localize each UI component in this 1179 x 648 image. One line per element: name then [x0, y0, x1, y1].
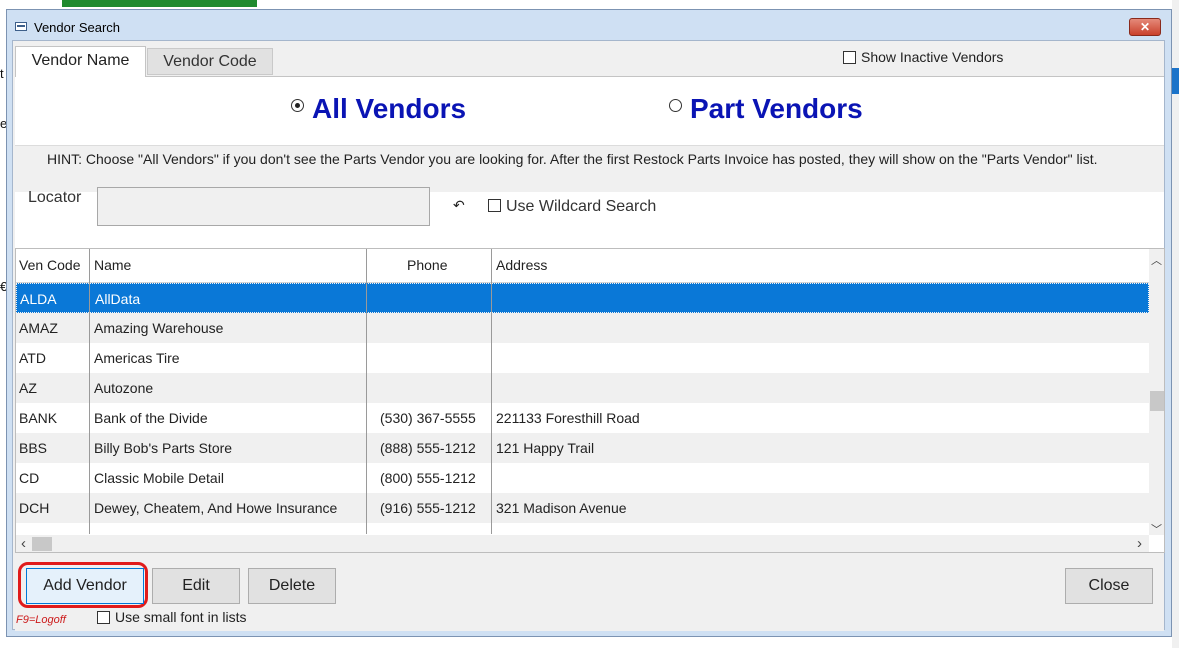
- cell-address: 221133 Foresthill Road: [496, 410, 640, 426]
- wildcard-label: Use Wildcard Search: [506, 198, 657, 215]
- background-app-bar: [62, 0, 257, 7]
- cell-name: Americas Tire: [94, 350, 180, 366]
- scroll-right-icon[interactable]: ›: [1132, 535, 1147, 552]
- cell-address: 321 Madison Avenue: [496, 500, 627, 516]
- button-bar: Add Vendor Edit Delete Close F9=Logoff U…: [15, 553, 1164, 631]
- dialog-body: Vendor Name Vendor Code Show Inactive Ve…: [12, 40, 1165, 631]
- background-app-accent: [1172, 68, 1179, 94]
- cell-code: ALDA: [20, 291, 57, 307]
- radio-part-vendors-label: Part Vendors: [690, 93, 863, 124]
- small-font-checkbox[interactable]: Use small font in lists: [97, 609, 246, 625]
- column-divider: [491, 249, 492, 534]
- tab-vendor-name[interactable]: Vendor Name: [15, 46, 146, 77]
- table-row[interactable]: ALDA AllData: [16, 283, 1149, 313]
- radio-all-vendors[interactable]: All Vendors: [291, 93, 466, 125]
- small-font-label: Use small font in lists: [115, 609, 247, 625]
- table-row[interactable]: BANK Bank of the Divide (530) 367-5555 2211…: [16, 403, 1149, 433]
- radio-all-vendors-label: All Vendors: [312, 93, 467, 124]
- hint-text: HINT: Choose "All Vendors" if you don't …: [47, 151, 1098, 167]
- radio-selected-icon[interactable]: [291, 99, 304, 112]
- scroll-up-icon[interactable]: ︿: [1149, 252, 1164, 268]
- cell-name: Dewey, Cheatem, And Howe Insurance: [94, 500, 338, 516]
- vertical-scrollbar[interactable]: ︿ ﹀: [1149, 249, 1164, 537]
- cell-code: BBS: [19, 440, 48, 456]
- cell-code: CD: [19, 470, 40, 486]
- add-vendor-button[interactable]: Add Vendor: [26, 568, 144, 604]
- vendor-search-window: Vendor Search ✕ Vendor Name Vendor Code …: [6, 9, 1172, 637]
- column-header-name[interactable]: Name: [94, 257, 131, 273]
- window-close-button[interactable]: ✕: [1129, 18, 1161, 36]
- checkbox-box[interactable]: [488, 199, 501, 213]
- horizontal-scrollbar[interactable]: ‹ ›: [16, 535, 1149, 552]
- title-bar[interactable]: Vendor Search ✕: [7, 10, 1171, 40]
- cell-name: Bank of the Divide: [94, 410, 208, 426]
- cell-name: AllData: [95, 291, 141, 307]
- grid-header: Ven Code Name Phone Address: [16, 249, 1149, 283]
- close-button[interactable]: Close: [1065, 568, 1153, 604]
- cell-name: Billy Bob's Parts Store: [94, 440, 233, 456]
- cell-phone: (888) 555-1212: [380, 440, 476, 456]
- cell-phone: (530) 367-5555: [380, 410, 476, 426]
- table-row[interactable]: BBS Billy Bob's Parts Store (888) 555-1212…: [16, 433, 1149, 463]
- locator-input[interactable]: [97, 187, 430, 226]
- background-text-fragment: t: [0, 66, 4, 81]
- table-row[interactable]: ATD Americas Tire: [16, 343, 1149, 373]
- column-header-ven-code[interactable]: Ven Code: [19, 257, 81, 273]
- window-title: Vendor Search: [34, 20, 121, 35]
- delete-button[interactable]: Delete: [248, 568, 336, 604]
- column-divider: [89, 249, 90, 534]
- undo-icon[interactable]: ↶: [453, 197, 465, 214]
- checkbox-box[interactable]: [843, 50, 856, 64]
- tab-vendor-code[interactable]: Vendor Code: [147, 48, 273, 75]
- cell-name: Amazing Warehouse: [94, 320, 224, 336]
- scroll-down-icon[interactable]: ﹀: [1149, 521, 1164, 537]
- radio-part-vendors[interactable]: Part Vendors: [669, 93, 863, 125]
- cell-address: 121 Happy Trail: [496, 440, 595, 456]
- table-row[interactable]: CD Classic Mobile Detail (800) 555-1212: [16, 463, 1149, 493]
- vertical-scroll-thumb[interactable]: [1150, 391, 1164, 411]
- show-inactive-label: Show Inactive Vendors: [861, 49, 1004, 65]
- background-app-edge: [1172, 0, 1179, 648]
- horizontal-scroll-thumb[interactable]: [32, 537, 52, 551]
- checkbox-box[interactable]: [97, 610, 110, 624]
- cell-name: Classic Mobile Detail: [94, 470, 224, 486]
- column-header-address[interactable]: Address: [496, 257, 547, 273]
- cell-phone: (800) 555-1212: [380, 470, 476, 486]
- show-inactive-checkbox[interactable]: Show Inactive Vendors: [843, 49, 1003, 65]
- radio-unselected-icon[interactable]: [669, 99, 682, 112]
- cell-code: AZ: [19, 380, 37, 396]
- edit-button[interactable]: Edit: [152, 568, 240, 604]
- locator-label: Locator: [28, 189, 82, 206]
- cell-code: BANK: [19, 410, 58, 426]
- cell-phone: (916) 555-1212: [380, 500, 476, 516]
- table-row[interactable]: AZ Autozone: [16, 373, 1149, 403]
- table-row[interactable]: AMAZ Amazing Warehouse: [16, 313, 1149, 343]
- cell-code: ATD: [19, 350, 46, 366]
- cell-name: Autozone: [94, 380, 154, 396]
- cell-code: DCH: [19, 500, 50, 516]
- hint-bar: HINT: Choose "All Vendors" if you don't …: [15, 145, 1164, 192]
- tab-panel: All Vendors Part Vendors HINT: Choose "A…: [15, 76, 1165, 631]
- column-header-phone[interactable]: Phone: [407, 257, 447, 273]
- vendor-grid: Ven Code Name Phone Address ALDA AllData A…: [15, 248, 1165, 553]
- scroll-left-icon[interactable]: ‹: [16, 535, 31, 552]
- window-icon: [15, 22, 27, 31]
- cell-code: AMAZ: [19, 320, 58, 336]
- column-divider: [366, 249, 367, 534]
- wildcard-checkbox[interactable]: Use Wildcard Search: [488, 198, 656, 216]
- logoff-shortcut-hint: F9=Logoff: [16, 614, 66, 626]
- table-row[interactable]: DCH Dewey, Cheatem, And Howe Insurance (91…: [16, 493, 1149, 523]
